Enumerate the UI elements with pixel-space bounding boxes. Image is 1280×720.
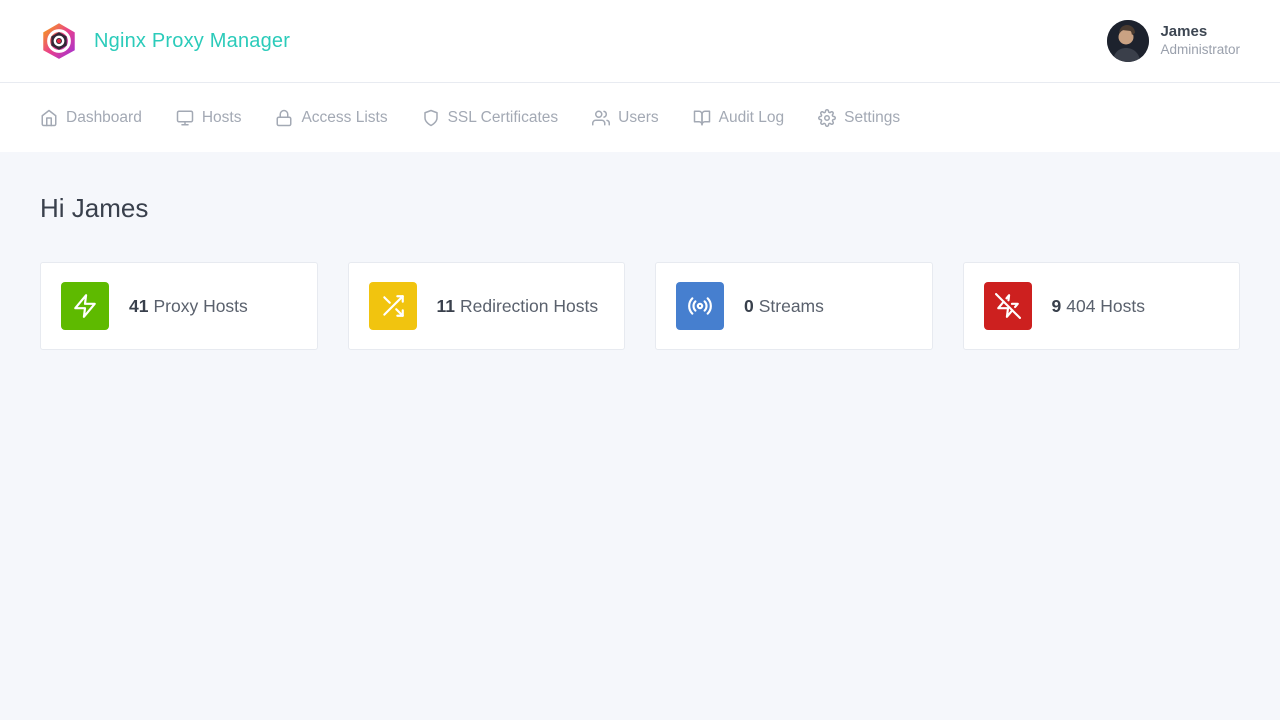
card-label: 404 Hosts — [1066, 296, 1145, 316]
card-count: 0 — [744, 296, 754, 316]
nav-label: Access Lists — [301, 109, 387, 127]
card-label: Proxy Hosts — [153, 296, 247, 316]
card-text: 9404 Hosts — [1052, 296, 1146, 317]
nav-item-hosts[interactable]: Hosts — [176, 109, 242, 127]
zap-icon — [61, 282, 109, 330]
nav-item-users[interactable]: Users — [592, 109, 658, 127]
monitor-icon — [176, 109, 194, 127]
user-name: James — [1160, 23, 1240, 42]
card-count: 41 — [129, 296, 148, 316]
proxy-hosts-card[interactable]: 41Proxy Hosts — [40, 262, 318, 350]
lock-icon — [275, 109, 293, 127]
nav-label: Users — [618, 109, 658, 127]
page-title: Hi James — [40, 193, 1240, 224]
card-count: 9 — [1052, 296, 1062, 316]
users-icon — [592, 109, 610, 127]
main-nav: Dashboard Hosts Access Lists SSL Certifi… — [0, 83, 1280, 152]
book-open-icon — [693, 109, 711, 127]
nav-label: SSL Certificates — [448, 109, 559, 127]
nginx-proxy-manager-logo-icon — [40, 22, 78, 60]
nav-item-audit-log[interactable]: Audit Log — [693, 109, 785, 127]
user-role: Administrator — [1160, 42, 1240, 59]
nav-label: Hosts — [202, 109, 242, 127]
card-label: Redirection Hosts — [460, 296, 598, 316]
avatar — [1107, 20, 1149, 62]
nav-item-dashboard[interactable]: Dashboard — [40, 109, 142, 127]
zap-off-icon — [984, 282, 1032, 330]
card-text: 41Proxy Hosts — [129, 296, 248, 317]
app-header: Nginx Proxy Manager James Administrator — [0, 0, 1280, 83]
nav-item-ssl-certificates[interactable]: SSL Certificates — [422, 109, 559, 127]
nav-item-access-lists[interactable]: Access Lists — [275, 109, 387, 127]
card-label: Streams — [759, 296, 824, 316]
nav-item-settings[interactable]: Settings — [818, 109, 900, 127]
nav-label: Settings — [844, 109, 900, 127]
redirection-hosts-card[interactable]: 11Redirection Hosts — [348, 262, 626, 350]
dead-hosts-card[interactable]: 9404 Hosts — [963, 262, 1241, 350]
stat-cards: 41Proxy Hosts 11Redirection Hosts 0Strea… — [40, 262, 1240, 350]
streams-card[interactable]: 0Streams — [655, 262, 933, 350]
app-title: Nginx Proxy Manager — [94, 30, 290, 53]
shield-icon — [422, 109, 440, 127]
brand[interactable]: Nginx Proxy Manager — [40, 22, 290, 60]
home-icon — [40, 109, 58, 127]
gear-icon — [818, 109, 836, 127]
nav-label: Dashboard — [66, 109, 142, 127]
dashboard-content: Hi James 41Proxy Hosts 11Redirection Hos… — [40, 152, 1240, 350]
card-text: 0Streams — [744, 296, 824, 317]
card-count: 11 — [437, 296, 456, 316]
card-text: 11Redirection Hosts — [437, 296, 599, 317]
shuffle-icon — [369, 282, 417, 330]
user-menu[interactable]: James Administrator — [1107, 20, 1240, 62]
radio-icon — [676, 282, 724, 330]
nav-label: Audit Log — [719, 109, 785, 127]
